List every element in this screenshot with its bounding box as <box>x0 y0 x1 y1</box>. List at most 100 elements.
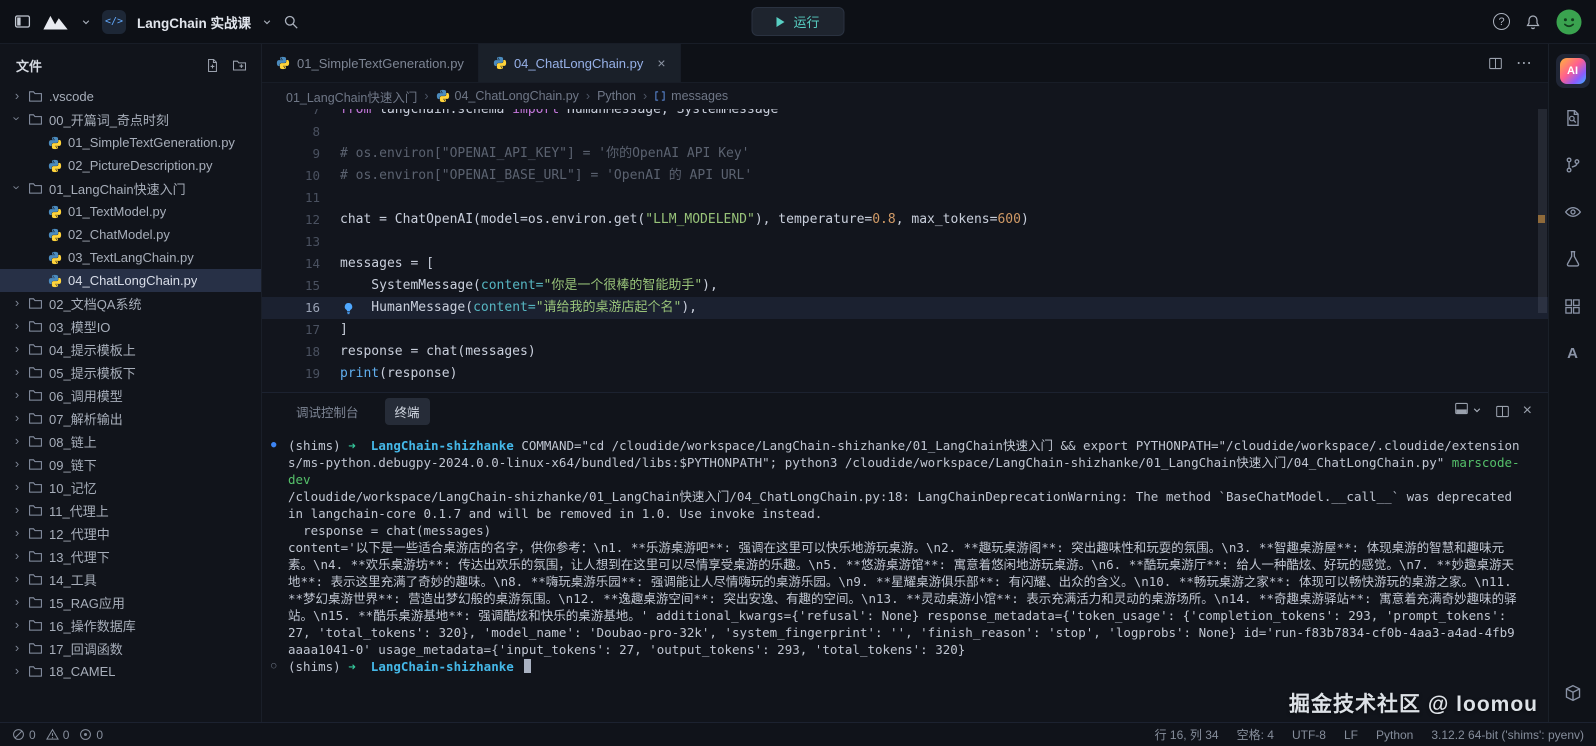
breadcrumb-label: messages <box>671 89 728 103</box>
tree-folder[interactable]: ›01_LangChain快速入门 <box>0 177 261 200</box>
code-line: 16 HumanMessage(content="请给我的桌游店起个名"), <box>262 297 1548 319</box>
typography-icon[interactable]: A <box>1556 336 1590 370</box>
breadcrumb-item[interactable]: 01_LangChain快速入门 <box>286 87 417 106</box>
titlebar-left: </> LangChain 实战课 <box>14 10 299 34</box>
avatar[interactable] <box>1556 9 1582 35</box>
tree-folder[interactable]: ›03_模型IO <box>0 315 261 338</box>
terminal-layout-icon[interactable] <box>1454 401 1482 421</box>
testing-icon[interactable] <box>1556 242 1590 276</box>
status-item[interactable]: 空格: 4 <box>1237 726 1274 743</box>
tree-folder[interactable]: ›07_解析输出 <box>0 407 261 430</box>
folder-icon <box>28 526 43 541</box>
editor-scrollbar[interactable] <box>1538 109 1547 392</box>
new-folder-icon[interactable] <box>232 58 247 73</box>
tree-file[interactable]: 04_ChatLongChain.py <box>0 269 261 292</box>
chevron-down-icon[interactable] <box>262 17 272 27</box>
tree-folder[interactable]: ›06_调用模型 <box>0 384 261 407</box>
package-icon[interactable] <box>1556 676 1590 710</box>
ai-assistant-icon[interactable]: AI <box>1556 54 1590 88</box>
command-decoration-icon[interactable]: ○ <box>271 658 276 675</box>
command-decoration-icon[interactable]: ● <box>271 437 276 454</box>
extensions-icon[interactable] <box>1556 289 1590 323</box>
breadcrumb-item[interactable]: 04_ChatLongChain.py <box>436 89 579 103</box>
tree-item-label: 15_RAG应用 <box>49 593 125 612</box>
new-file-icon[interactable] <box>205 58 220 73</box>
dot-indicator[interactable]: 0 <box>79 728 103 742</box>
help-icon[interactable]: ? <box>1493 13 1510 30</box>
tree-folder[interactable]: ›18_CAMEL <box>0 660 261 683</box>
breadcrumb-label: 04_ChatLongChain.py <box>455 89 579 103</box>
folder-icon <box>28 503 43 518</box>
tree-folder[interactable]: ›12_代理中 <box>0 522 261 545</box>
run-button[interactable]: 运行 <box>751 7 844 36</box>
tree-folder[interactable]: ›09_链下 <box>0 453 261 476</box>
tree-folder[interactable]: ›.vscode <box>0 85 261 108</box>
editor-tab[interactable]: 01_SimpleTextGeneration.py <box>262 44 479 82</box>
tree-folder[interactable]: ›02_文档QA系统 <box>0 292 261 315</box>
tree-file[interactable]: 02_PictureDescription.py <box>0 154 261 177</box>
bell-icon[interactable] <box>1525 14 1541 30</box>
panel-tab[interactable]: 调试控制台 <box>286 398 369 425</box>
problems-indicators: 000 <box>12 728 103 742</box>
panel-actions: × <box>1454 401 1532 421</box>
problem-count: 0 <box>96 728 103 742</box>
tree-folder[interactable]: ›14_工具 <box>0 568 261 591</box>
editor-tab[interactable]: 04_ChatLongChain.py× <box>479 44 681 82</box>
tree-file[interactable]: 03_TextLangChain.py <box>0 246 261 269</box>
workspace-name[interactable]: LangChain 实战课 <box>137 12 251 32</box>
preview-icon[interactable] <box>1556 195 1590 229</box>
tree-item-label: 06_调用模型 <box>49 386 123 405</box>
tree-folder[interactable]: ›08_链上 <box>0 430 261 453</box>
breadcrumb-label: Python <box>597 89 636 103</box>
code-editor[interactable]: 7from langchain.schema import HumanMessa… <box>262 109 1548 392</box>
status-item[interactable]: 3.12.2 64-bit ('shims': pyenv) <box>1431 728 1584 742</box>
sidebar-toggle-icon[interactable] <box>14 13 31 30</box>
status-item[interactable]: Python <box>1376 728 1413 742</box>
python-icon <box>436 89 450 103</box>
terminal-block: ○(shims) ➜ LangChain-shizhanke <box>288 658 1520 675</box>
tree-item-label: 02_ChatModel.py <box>68 227 170 242</box>
chevron-down-icon[interactable] <box>81 17 91 27</box>
tree-item-label: 03_TextLangChain.py <box>68 250 194 265</box>
explorer-title: 文件 <box>16 56 42 75</box>
breadcrumb-item[interactable]: Python <box>597 89 636 103</box>
tree-folder[interactable]: ›11_代理上 <box>0 499 261 522</box>
tree-folder[interactable]: ›15_RAG应用 <box>0 591 261 614</box>
source-control-icon[interactable] <box>1556 148 1590 182</box>
tree-folder[interactable]: ›05_提示模板下 <box>0 361 261 384</box>
more-actions-icon[interactable]: ⋯ <box>1516 53 1532 73</box>
tree-file[interactable]: 02_ChatModel.py <box>0 223 261 246</box>
tree-folder[interactable]: ›04_提示模板上 <box>0 338 261 361</box>
tab-strip: 01_SimpleTextGeneration.py04_ChatLongCha… <box>262 44 681 82</box>
status-item[interactable]: LF <box>1344 728 1358 742</box>
tree-file[interactable]: 01_SimpleTextGeneration.py <box>0 131 261 154</box>
panel-tab[interactable]: 终端 <box>385 398 430 425</box>
app-logo-icon[interactable] <box>42 14 70 30</box>
search-icon[interactable] <box>283 14 299 30</box>
close-tab-icon[interactable]: × <box>657 55 665 71</box>
terminal-output[interactable]: ●(shims) ➜ LangChain-shizhanke COMMAND="… <box>262 429 1548 722</box>
status-item[interactable]: UTF-8 <box>1292 728 1326 742</box>
breadcrumb-item[interactable]: messages <box>654 89 728 103</box>
warning-indicator[interactable]: 0 <box>46 728 70 742</box>
tree-folder[interactable]: ›13_代理下 <box>0 545 261 568</box>
scrollbar-thumb[interactable] <box>1538 109 1547 313</box>
split-terminal-icon[interactable] <box>1495 404 1510 419</box>
tree-folder[interactable]: ›10_记忆 <box>0 476 261 499</box>
ide-window: </> LangChain 实战课 运行 ? 文件 ›.vscode›00_开篇… <box>0 0 1596 746</box>
chevron-icon: › <box>12 571 22 586</box>
tree-folder[interactable]: ›00_开篇词_奇点时刻 <box>0 108 261 131</box>
activity-bar-top: AI A <box>1556 54 1590 370</box>
close-panel-icon[interactable]: × <box>1523 403 1532 419</box>
split-editor-icon[interactable] <box>1488 56 1503 71</box>
tree-folder[interactable]: ›17_回调函数 <box>0 637 261 660</box>
terminal-block: /cloudide/workspace/LangChain-shizhanke/… <box>288 488 1520 522</box>
status-item[interactable]: 行 16, 列 34 <box>1155 726 1219 743</box>
error-indicator[interactable]: 0 <box>12 728 36 742</box>
explorer-actions <box>205 58 247 73</box>
tree-file[interactable]: 01_TextModel.py <box>0 200 261 223</box>
tree-item-label: 02_文档QA系统 <box>49 294 141 313</box>
folder-icon <box>28 618 43 633</box>
file-search-icon[interactable] <box>1556 101 1590 135</box>
tree-folder[interactable]: ›16_操作数据库 <box>0 614 261 637</box>
